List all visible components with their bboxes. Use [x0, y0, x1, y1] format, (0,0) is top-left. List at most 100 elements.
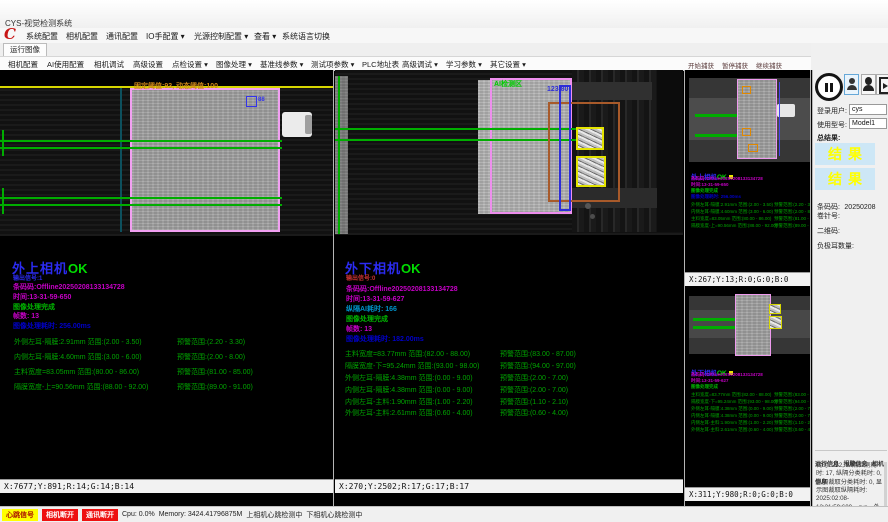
thumb-camera-view-bottom[interactable]: 外下相机OK 条码码:Offline20250208133134728 时间:1…: [685, 286, 810, 506]
measure-value: 外侧左耳-隔膜:2.91mm 范围:(2.00 - 3.50): [14, 339, 142, 346]
center-elapsed-line: 图像处理耗时: 182.00ms: [346, 334, 424, 344]
thumb2-mrow: 外侧左耳-主料:2.61mm 范围:(0.60 - 4.00)预警范围:(0.6…: [691, 427, 810, 433]
menu-item-camera-config[interactable]: 相机配置: [66, 31, 98, 42]
center-signal-line: 输出信号:0: [346, 273, 375, 282]
measurement-row: 隔膜宽度-上=90.56mm 范围:(88.00 - 92.00) 预警范围:(…: [14, 382, 331, 392]
thumb1-mtext: 主料宽度=83.05mm 范围:(80.00 - 86.00): [691, 216, 771, 221]
thumb-camera-view-top[interactable]: 外上相机OK 条码码:Offline20250208133134728 时间:1…: [685, 70, 810, 286]
left-blue-value: 88: [258, 97, 265, 103]
measure-value: 隔膜宽度-上=90.56mm 范围:(88.00 - 92.00): [14, 384, 148, 391]
tool-test-params[interactable]: 测试项参数 ▾: [311, 59, 354, 70]
thumb1-mrow: 外侧左耳-隔膜:2.91mm 范围:(2.00 - 3.50)预警范围:(2.2…: [691, 202, 810, 208]
exit-arrow-icon: [883, 83, 888, 89]
center-result-ok: OK: [401, 261, 421, 276]
tab-run-image[interactable]: 运行图像: [3, 43, 47, 56]
left-measure-line-2: [0, 147, 282, 149]
thumb2-mrow: 内侧左耳-隔膜:4.38mm 范围:(0.00 - 9.00)预警范围:(2.0…: [691, 413, 810, 419]
model-label: 使用型号:: [817, 120, 847, 130]
login-user-button[interactable]: [844, 74, 859, 95]
measure-value: 主料宽度=83.05mm 范围:(80.00 - 86.00): [14, 369, 139, 376]
operator-button[interactable]: [861, 74, 876, 95]
thumb2-mtext: 内侧左耳-隔膜:4.38mm 范围:(0.00 - 9.00): [691, 413, 773, 418]
titlebar: CYS-视觉检测系统: [0, 0, 888, 28]
measure-warn: 预警范围:(83.00 - 87.00): [500, 349, 576, 359]
thumb1-anno-box-3: [748, 144, 758, 152]
login-user-input[interactable]: cys: [849, 104, 887, 115]
pause-button[interactable]: [815, 73, 843, 101]
panel-divider: [333, 70, 334, 506]
thumb2-mrow: 内侧左耳-主料:1.90mm 范围:(1.00 - 2.20)预警范围:(1.1…: [691, 420, 810, 426]
thumb2-mwarn: 预警范围:(1.10 - 2.10): [774, 420, 810, 426]
menu-item-language-switch[interactable]: 系统语言切换: [282, 31, 330, 42]
thumb2-mtext: 主料宽度=83.77mm 范围:(82.00 - 88.00): [691, 392, 771, 397]
menu-item-system-config[interactable]: 系统配置: [26, 31, 58, 42]
thumb2-mwarn: 预警范围:(83.00 - 87.00): [774, 392, 810, 398]
heartbeat-badge: 心跳信号: [2, 509, 38, 521]
thumb2-mtext: 内侧左耳-主料:1.90mm 范围:(1.00 - 2.20): [691, 420, 773, 425]
result-box-top: 结果: [815, 143, 875, 165]
center-status-line: 图像处理完成: [346, 314, 388, 324]
tool-baseline-params[interactable]: 基准线参数 ▾: [260, 59, 303, 70]
left-measure-line-4: [0, 204, 282, 206]
tool-advanced-debug[interactable]: 高级调试 ▾: [402, 59, 438, 70]
tool-image-process[interactable]: 图像处理 ▾: [216, 59, 252, 70]
capture-continue-button[interactable]: 继续捕获: [756, 60, 782, 70]
menu-item-light-config[interactable]: 光源控制配置 ▾: [194, 31, 248, 42]
thumb2-mrow: 外侧左耳-隔膜:4.38mm 范围:(0.00 - 9.00)预警范围:(2.0…: [691, 406, 810, 412]
thumb1-mtext: 内侧左耳-隔膜:4.60mm 范围:(3.00 - 6.00): [691, 209, 773, 214]
barcode-value: 20250208: [844, 204, 875, 211]
memory-usage: Memory: 3424.41796875M: [159, 511, 243, 518]
machine-block-1: [572, 82, 652, 100]
bolt-1: [585, 203, 591, 209]
tool-learn-params[interactable]: 学习参数 ▾: [446, 59, 482, 70]
thumb1-green-line-2: [695, 134, 737, 137]
left-measure-tick-2: [2, 188, 4, 214]
left-camera-view[interactable]: 固定阈值:93, 动态阈值:100 88 外上相机OK 输出信号:1 条码码:O…: [0, 70, 333, 506]
measurement-row: 内侧左耳-主料:1.90mm 范围:(1.00 - 2.20) 预警范围:(1.…: [345, 397, 681, 407]
menu-item-io-config[interactable]: IO手配置 ▾: [146, 31, 185, 42]
logout-button[interactable]: [876, 74, 888, 95]
center-coordinate-bar: X:270;Y:2502;R:17;G:17;B:17: [335, 479, 683, 493]
left-elapsed-line: 图像处理耗时: 256.00ms: [13, 321, 91, 331]
menu-item-comm-config[interactable]: 通讯配置: [106, 31, 138, 42]
total-result-label: 总结果:: [817, 133, 840, 143]
tool-advanced-set[interactable]: 高级设置: [133, 59, 163, 70]
tool-other-settings[interactable]: 其它设置 ▾: [490, 59, 526, 70]
thumb2-mwarn: 预警范围:(94.00 - 97.00): [774, 399, 810, 405]
thumb2-mwarn: 预警范围:(0.60 - 4.00): [774, 427, 810, 433]
left-result-ok: OK: [68, 261, 88, 276]
thumb2-tab-box-1: [769, 304, 781, 314]
capture-start-button[interactable]: 开始捕获: [688, 60, 714, 70]
thumb1-anno-box-1: [742, 86, 751, 94]
tool-ai-config[interactable]: AI使用配置: [47, 59, 84, 70]
measurement-row: 主料宽度=83.05mm 范围:(80.00 - 86.00) 预警范围:(81…: [14, 367, 331, 377]
measure-value: 外侧左耳-主料:2.61mm 范围:(0.60 - 4.00): [345, 410, 473, 417]
center-camera-view[interactable]: AI检测区 123.80 外下相机OK 输出信号:0 条码码:Offline20…: [335, 70, 683, 506]
thumb2-mwarn: 预警范围:(2.00 - 7.00): [774, 413, 810, 419]
measurement-row: 内侧左耳-隔膜:4.60mm 范围:(3.00 - 6.00) 预警范围:(2.…: [14, 352, 331, 362]
tool-spot-check[interactable]: 点检设置 ▾: [172, 59, 208, 70]
thumb2-green-line-1: [693, 318, 735, 321]
menu-item-view[interactable]: 查看 ▾: [254, 31, 276, 42]
thumb2-mrow: 主料宽度=83.77mm 范围:(82.00 - 88.00)预警范围:(83.…: [691, 392, 810, 398]
thumb2-mtext: 隔膜宽度-下=95.24mm 范围:(93.00 - 98.00): [691, 399, 777, 404]
measure-value: 内侧左耳-主料:1.90mm 范围:(1.00 - 2.20): [345, 399, 473, 406]
center-time-line: 时间:13-31-59-627: [346, 294, 404, 304]
tool-camera-debug[interactable]: 相机调试: [94, 59, 124, 70]
barcode-label: 条码码:: [817, 204, 840, 211]
panel-divider: [810, 70, 811, 506]
tool-plc-table[interactable]: PLC地址表: [362, 59, 399, 70]
center-frame-line: 帧数: 13: [346, 324, 372, 334]
left-edge-line: [120, 88, 122, 232]
tab-strip: 运行图像: [0, 43, 811, 57]
model-input[interactable]: Model1: [849, 118, 887, 129]
tool-camera-config[interactable]: 相机配置: [8, 59, 38, 70]
tab-detect-box-1: [576, 127, 604, 150]
cpu-usage: Cpu: 0.0%: [122, 511, 155, 518]
measure-warn: 预警范围:(81.00 - 85.00): [177, 367, 253, 377]
center-blue-value: 123.80: [547, 86, 568, 93]
measure-warn: 预警范围:(2.00 - 7.00): [500, 373, 568, 383]
left-connector-tip: [305, 115, 312, 134]
thumb1-blue-line: [779, 82, 780, 156]
capture-pause-button[interactable]: 暂停捕获: [722, 60, 748, 70]
